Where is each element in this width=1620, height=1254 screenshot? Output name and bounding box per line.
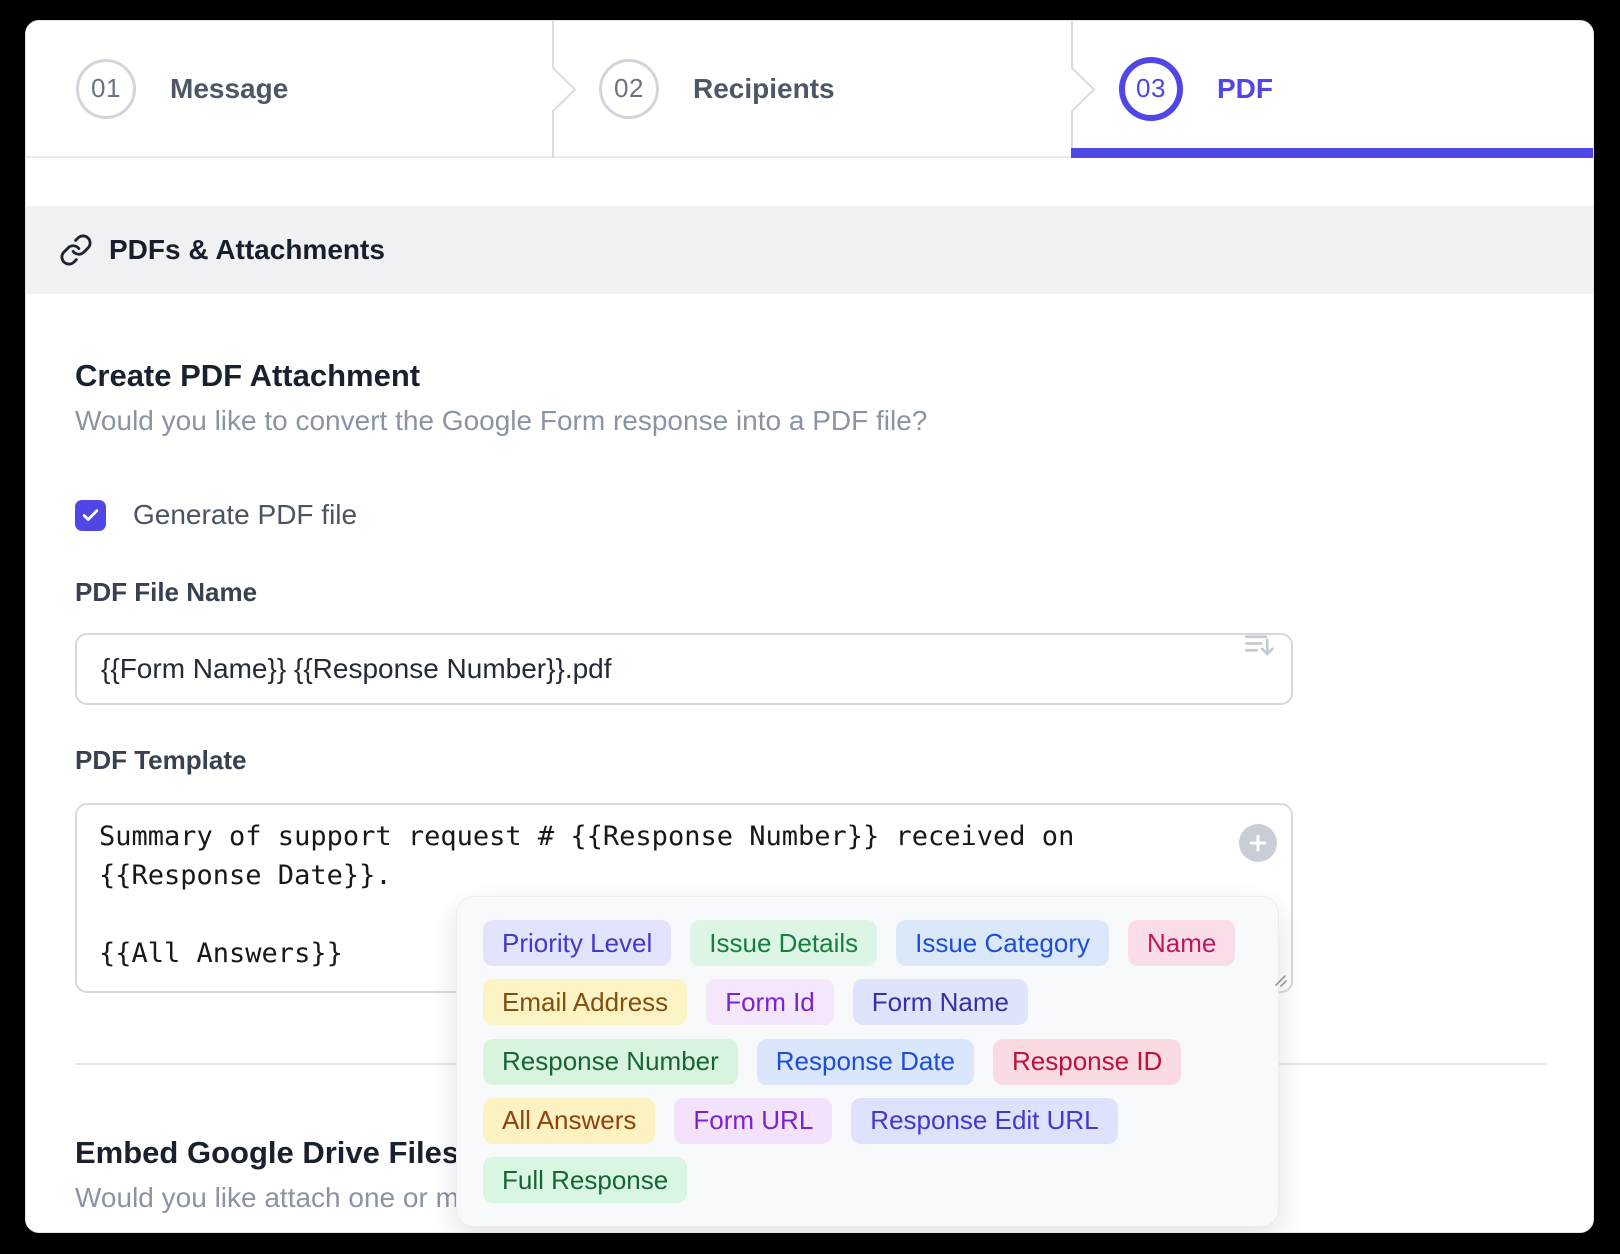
step-label: Message (170, 73, 288, 105)
checkmark-icon (81, 506, 100, 525)
email-address-chip[interactable]: Email Address (483, 979, 687, 1025)
link-icon (59, 233, 93, 267)
step-separator-chevron-icon (1071, 21, 1097, 158)
step-label: Recipients (693, 73, 835, 105)
create-pdf-heading: Create PDF Attachment (75, 356, 1544, 396)
step-number-badge: 01 (76, 59, 136, 119)
placeholder-chip-row: Email Address Form Id Form Name (483, 979, 1252, 1025)
full-response-chip[interactable]: Full Response (483, 1157, 687, 1203)
form-name-chip[interactable]: Form Name (853, 979, 1028, 1025)
create-pdf-subheading: Would you like to convert the Google For… (75, 402, 1544, 439)
add-placeholder-button[interactable] (1239, 824, 1277, 862)
issue-category-chip[interactable]: Issue Category (896, 920, 1109, 966)
placeholder-menu: Priority Level Issue Details Issue Categor… (456, 896, 1279, 1227)
section-title: PDFs & Attachments (109, 234, 385, 266)
response-number-chip[interactable]: Response Number (483, 1039, 738, 1085)
generate-pdf-label: Generate PDF file (133, 499, 357, 531)
response-edit-url-chip[interactable]: Response Edit URL (851, 1098, 1117, 1144)
pdf-template-label: PDF Template (75, 743, 1544, 777)
pdf-file-name-input[interactable] (75, 633, 1293, 705)
stepper: 01 Message 02 Recipients 03 PDF (26, 21, 1593, 158)
active-step-underline (1071, 148, 1593, 158)
placeholder-chip-row: All Answers Form URL Response Edit URL (483, 1098, 1252, 1144)
step-tab-pdf[interactable]: 03 PDF (1119, 21, 1273, 156)
name-chip[interactable]: Name (1128, 920, 1235, 966)
step-label: PDF (1217, 73, 1273, 105)
priority-level-chip[interactable]: Priority Level (483, 920, 671, 966)
response-date-chip[interactable]: Response Date (757, 1039, 974, 1085)
pdf-file-name-label: PDF File Name (75, 575, 1544, 609)
step-tab-message[interactable]: 01 Message (76, 21, 288, 156)
placeholder-chip-row: Priority Level Issue Details Issue Categor… (483, 920, 1252, 966)
step-separator-chevron-icon (552, 21, 578, 158)
resize-handle-icon[interactable] (1271, 971, 1289, 989)
placeholder-chip-row: Full Response (483, 1157, 1252, 1203)
generate-pdf-checkbox[interactable] (75, 500, 106, 531)
step-number-badge: 02 (599, 59, 659, 119)
step-number-badge: 03 (1119, 57, 1183, 121)
response-id-chip[interactable]: Response ID (993, 1039, 1181, 1085)
placeholder-chip-row: Response Number Response Date Response ID (483, 1039, 1252, 1085)
step-tab-recipients[interactable]: 02 Recipients (599, 21, 835, 156)
wizard-page: 01 Message 02 Recipients 03 PDF PDFs & Attach… (25, 20, 1594, 1233)
all-answers-chip[interactable]: All Answers (483, 1098, 655, 1144)
form-url-chip[interactable]: Form URL (674, 1098, 832, 1144)
form-id-chip[interactable]: Form Id (706, 979, 834, 1025)
section-header: PDFs & Attachments (26, 206, 1593, 294)
insert-fields-icon[interactable] (1241, 627, 1277, 663)
plus-icon (1247, 832, 1269, 854)
issue-details-chip[interactable]: Issue Details (690, 920, 877, 966)
